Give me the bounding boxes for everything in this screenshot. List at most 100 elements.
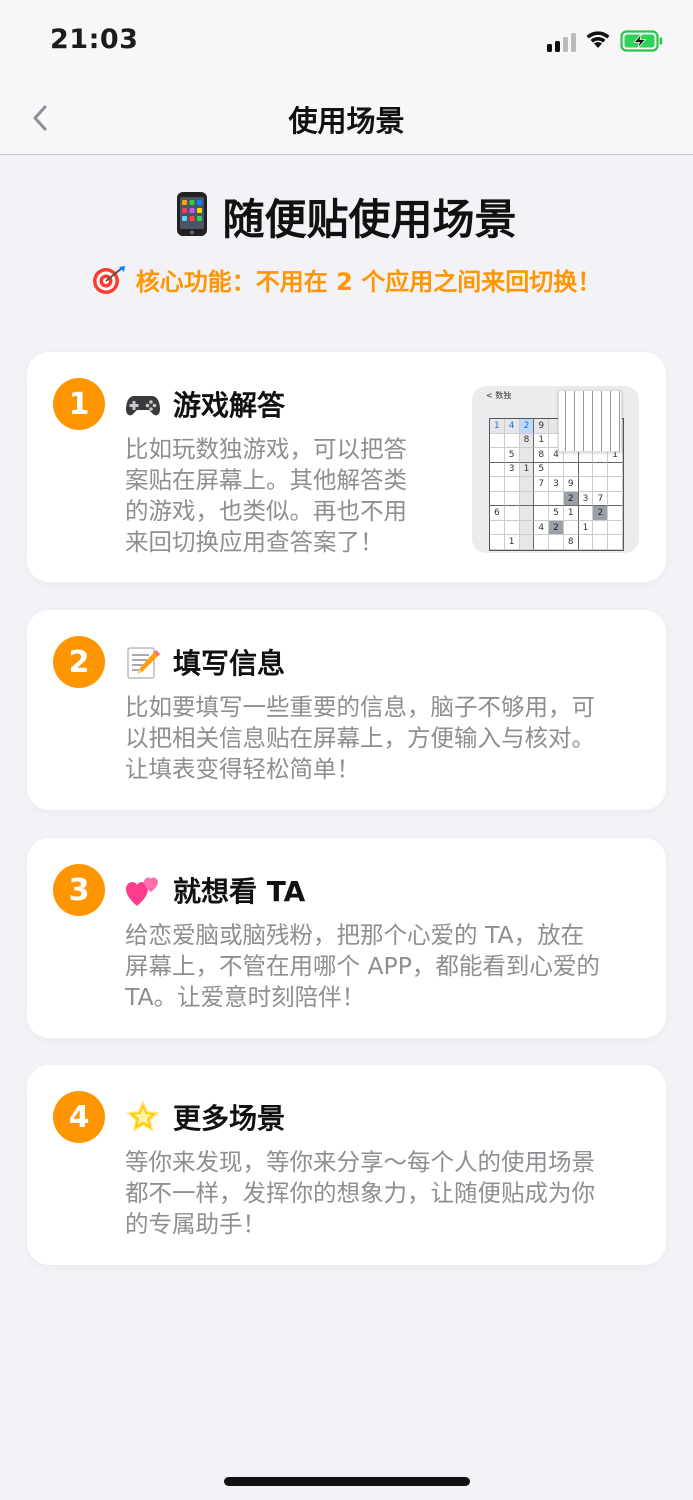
card-description: 比如玩数独游戏，可以把答 案贴在屏幕上。其他解答类 的游戏，也类似。再也不用 来… xyxy=(125,434,407,558)
sudoku-cell xyxy=(490,433,505,449)
sudoku-cell xyxy=(608,462,623,478)
signal-icon xyxy=(547,32,577,52)
sudoku-cell xyxy=(534,491,550,507)
sudoku-cell: 1 xyxy=(504,535,520,550)
sudoku-cell xyxy=(519,491,535,507)
pasted-answer-overlay xyxy=(558,390,622,452)
sudoku-cell: 9 xyxy=(534,419,550,434)
card-description: 比如要填写一些重要的信息，脑子不够用，可 以把相关信息贴在屏幕上，方便输入与核对… xyxy=(125,692,595,785)
sudoku-cell: 1 xyxy=(519,462,535,478)
desc-line: 让填表变得轻松简单！ xyxy=(125,755,360,783)
card-header: 游戏解答 xyxy=(125,384,285,424)
mobile-phone-icon xyxy=(177,192,208,236)
sudoku-cell xyxy=(608,520,623,536)
dart-target-icon xyxy=(92,266,125,294)
sudoku-cell xyxy=(490,462,505,478)
sudoku-cell xyxy=(504,520,520,536)
sudoku-cell xyxy=(519,535,535,550)
sudoku-cell: 5 xyxy=(504,448,520,463)
sudoku-cell xyxy=(490,520,505,536)
desc-line: 比如玩数独游戏，可以把答 xyxy=(125,435,407,463)
sudoku-cell xyxy=(593,535,609,550)
sudoku-cell xyxy=(519,506,535,521)
card-title: 更多场景 xyxy=(173,1102,286,1135)
sudoku-cell: 7 xyxy=(593,491,609,507)
sudoku-cell xyxy=(578,535,594,550)
sudoku-cell xyxy=(549,462,564,478)
sudoku-cell: 2 xyxy=(593,506,609,521)
sudoku-cell xyxy=(608,535,623,550)
sudoku-cell xyxy=(519,448,535,463)
sudoku-screenshot-thumbnail: < 数独 1429815841315739237651242118 xyxy=(472,386,639,553)
sudoku-cell: 4 xyxy=(504,419,520,434)
sudoku-cell xyxy=(490,535,505,550)
desc-line: 的游戏，也类似。再也不用 xyxy=(125,497,407,525)
sudoku-cell: 8 xyxy=(563,535,579,550)
card-title: 游戏解答 xyxy=(173,389,286,422)
sudoku-cell: 3 xyxy=(504,462,520,478)
desc-line: 都不一样，发挥你的想象力，让随便贴成为你 xyxy=(125,1179,595,1207)
sudoku-cell xyxy=(549,491,564,507)
desc-line: 比如要填写一些重要的信息，脑子不够用，可 xyxy=(125,693,595,721)
sudoku-cell xyxy=(593,462,609,478)
sudoku-cell xyxy=(490,477,505,492)
nav-bar: 使用场景 xyxy=(0,84,693,155)
card-description: 等你来发现，等你来分享～每个人的使用场景 都不一样，发挥你的想象力，让随便贴成为… xyxy=(125,1147,595,1240)
sudoku-cell xyxy=(578,506,594,521)
step-badge: 3 xyxy=(53,864,105,916)
desc-line: 的专属助手！ xyxy=(125,1210,266,1238)
sudoku-cell: 3 xyxy=(549,477,564,492)
sudoku-cell: 2 xyxy=(549,520,564,536)
sudoku-cell xyxy=(504,491,520,507)
sudoku-cell: 9 xyxy=(563,477,579,492)
card-header: 填写信息 xyxy=(125,642,285,682)
sudoku-cell: 2 xyxy=(519,419,535,434)
status-time: 21:03 xyxy=(50,24,139,55)
sudoku-cell xyxy=(504,477,520,492)
screen: 21:03 使用场景 随便贴使用场景 核心功能：不用在 2 个应用之间来回切换！… xyxy=(0,0,693,1500)
thumbnail-header: < 数独 xyxy=(486,391,512,400)
sudoku-cell xyxy=(534,535,550,550)
sudoku-cell: 5 xyxy=(534,462,550,478)
card-header: 就想看 TA xyxy=(125,870,305,910)
sudoku-cell: 3 xyxy=(578,491,594,507)
status-bar: 21:03 xyxy=(0,0,693,84)
sudoku-cell: 8 xyxy=(534,448,550,463)
sudoku-cell xyxy=(608,491,623,507)
scenario-card-more: 4 更多场景 等你来发现，等你来分享～每个人的使用场景 都不一样，发挥你的想象力… xyxy=(27,1065,666,1265)
sudoku-cell xyxy=(549,535,564,550)
glowing-star-icon xyxy=(126,1100,160,1133)
desc-line: 等你来发现，等你来分享～每个人的使用场景 xyxy=(125,1148,595,1176)
sudoku-cell xyxy=(534,506,550,521)
step-badge: 2 xyxy=(53,636,105,688)
two-hearts-icon xyxy=(126,877,158,906)
sudoku-cell xyxy=(608,506,623,521)
sudoku-cell: 1 xyxy=(534,433,550,449)
game-controller-icon xyxy=(126,396,160,416)
sudoku-cell xyxy=(490,491,505,507)
page-title: 随便贴使用场景 xyxy=(0,186,693,247)
hero-title-text: 随便贴使用场景 xyxy=(222,195,517,244)
desc-line: 屏幕上，不管在用哪个 APP，都能看到心爱的 xyxy=(125,952,600,980)
sudoku-cell xyxy=(519,520,535,536)
sudoku-cell xyxy=(490,448,505,463)
sudoku-cell: 4 xyxy=(534,520,550,536)
sudoku-cell xyxy=(608,477,623,492)
desc-line: 给恋爱脑或脑残粉，把那个心爱的 TA，放在 xyxy=(125,921,585,949)
subtitle-text: 核心功能：不用在 2 个应用之间来回切换！ xyxy=(135,268,602,296)
memo-icon xyxy=(127,647,160,679)
step-badge: 1 xyxy=(53,378,105,430)
sudoku-cell: 8 xyxy=(519,433,535,449)
sudoku-cell: 6 xyxy=(490,506,505,521)
sudoku-cell xyxy=(504,506,520,521)
sudoku-cell: 5 xyxy=(549,506,564,521)
sudoku-cell xyxy=(593,520,609,536)
desc-line: TA。让爱意时刻陪伴！ xyxy=(125,983,366,1011)
scenario-card-see-ta: 3 就想看 TA 给恋爱脑或脑残粉，把那个心爱的 TA，放在 屏幕上，不管在用哪… xyxy=(27,838,666,1038)
sudoku-cell: 1 xyxy=(490,419,505,434)
desc-line: 案贴在屏幕上。其他解答类 xyxy=(125,466,407,494)
sudoku-cell: 7 xyxy=(534,477,550,492)
sudoku-cell xyxy=(519,477,535,492)
home-indicator[interactable] xyxy=(224,1477,470,1486)
sudoku-cell xyxy=(593,477,609,492)
